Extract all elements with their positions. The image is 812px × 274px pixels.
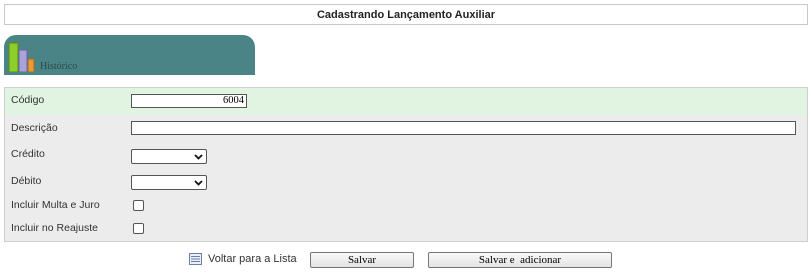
- credito-label: Crédito: [11, 148, 45, 160]
- row-reajuste: Incluir no Reajuste: [5, 217, 807, 241]
- list-icon: [189, 253, 202, 265]
- row-descricao: Descrição: [5, 115, 807, 141]
- salvar-button[interactable]: Salvar: [310, 252, 414, 268]
- multa-juro-label: Incluir Multa e Juro: [11, 199, 100, 211]
- codigo-label: Código: [11, 94, 45, 106]
- bar-chart-icon: [8, 42, 35, 72]
- voltar-link[interactable]: Voltar para a Lista: [189, 253, 297, 265]
- tab-label: Histórico: [40, 61, 78, 72]
- row-codigo: Código 6004: [5, 88, 807, 115]
- credito-select[interactable]: [131, 149, 207, 164]
- chevron-down-icon: [194, 180, 203, 186]
- tab-historico[interactable]: Histórico: [4, 35, 255, 75]
- voltar-label[interactable]: Voltar para a Lista: [208, 253, 297, 265]
- chevron-down-icon: [194, 154, 203, 160]
- row-credito: Crédito: [5, 141, 807, 168]
- debito-label: Débito: [11, 175, 42, 187]
- multa-juro-checkbox[interactable]: [133, 200, 144, 211]
- page-title: Cadastrando Lançamento Auxiliar: [4, 4, 808, 25]
- salvar-adicionar-button[interactable]: Salvar e adicionar: [428, 252, 612, 268]
- codigo-input[interactable]: 6004: [131, 94, 247, 108]
- reajuste-checkbox[interactable]: [133, 223, 144, 234]
- debito-select[interactable]: [131, 175, 207, 190]
- reajuste-label: Incluir no Reajuste: [11, 222, 98, 234]
- row-debito: Débito: [5, 168, 807, 194]
- descricao-input[interactable]: [131, 121, 796, 135]
- lancamento-form: Código 6004 Descrição Crédito Débito Inc…: [4, 87, 808, 242]
- row-multa-juro: Incluir Multa e Juro: [5, 194, 807, 217]
- descricao-label: Descrição: [11, 122, 58, 134]
